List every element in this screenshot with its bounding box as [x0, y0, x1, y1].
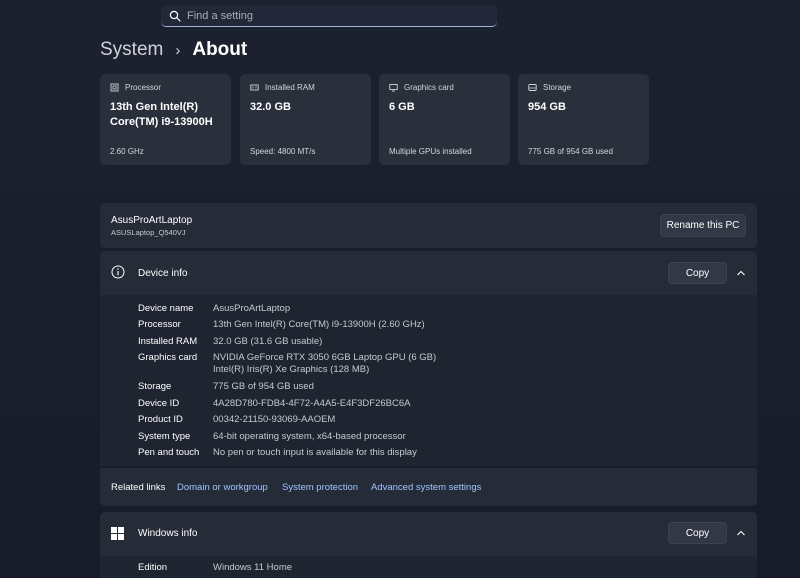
- breadcrumb: System › About: [100, 37, 247, 63]
- breadcrumb-system[interactable]: System: [100, 39, 163, 61]
- spec-label: Graphics card: [138, 352, 198, 363]
- device-info-specs: Device name AsusProArtLaptop Processor 1…: [100, 295, 757, 466]
- copy-device-info-button[interactable]: Copy: [668, 262, 727, 284]
- card-label: Graphics card: [404, 83, 454, 92]
- spec-label: Installed RAM: [138, 336, 198, 347]
- system-protection-link[interactable]: System protection: [282, 482, 358, 493]
- windows-info-title: Windows info: [138, 528, 198, 539]
- spec-value: 4A28D780-FDB4-4F72-A4A5-E4F3DF26BC6A: [213, 398, 411, 409]
- spec-value: 32.0 GB (31.6 GB usable): [213, 336, 323, 347]
- card-subtext: Speed: 4800 MT/s: [250, 147, 316, 156]
- copy-windows-info-button[interactable]: Copy: [668, 522, 727, 544]
- spec-label: Edition: [138, 562, 168, 573]
- info-icon: [111, 265, 125, 279]
- ram-card: Installed RAM 32.0 GB Speed: 4800 MT/s: [240, 74, 371, 165]
- card-value: 13th Gen Intel(R) Core(TM) i9-13900H: [110, 101, 213, 128]
- spec-label: Processor: [138, 319, 181, 330]
- chevron-right-icon: ›: [175, 41, 181, 59]
- spec-label: Pen and touch: [138, 447, 200, 458]
- processor-card: Processor 13th Gen Intel(R) Core(TM) i9-…: [100, 74, 231, 165]
- windows-logo-icon: [111, 527, 124, 540]
- card-value: 6 GB: [389, 101, 415, 113]
- spec-value: 775 GB of 954 GB used: [213, 381, 314, 392]
- search-box[interactable]: [161, 5, 497, 27]
- windows-info-header[interactable]: Windows info Copy: [100, 512, 757, 556]
- storage-icon: [528, 84, 537, 91]
- card-label: Storage: [543, 83, 572, 92]
- graphics-card-icon: [389, 84, 398, 92]
- pc-name: AsusProArtLaptop: [111, 215, 193, 226]
- spec-value: 64-bit operating system, x64-based proce…: [213, 431, 406, 442]
- windows-info-specs: Edition Windows 11 Home: [100, 556, 757, 578]
- spec-value: 13th Gen Intel(R) Core(TM) i9-13900H (2.…: [213, 319, 425, 330]
- chevron-up-icon[interactable]: [735, 527, 747, 539]
- card-subtext: 2.60 GHz: [110, 147, 144, 156]
- rename-pc-button[interactable]: Rename this PC: [660, 214, 746, 237]
- search-icon: [169, 10, 181, 22]
- card-value: 32.0 GB: [250, 101, 291, 113]
- spec-label: Product ID: [138, 414, 183, 425]
- device-info-header[interactable]: Device info Copy: [100, 251, 757, 295]
- spec-label: Device name: [138, 303, 194, 314]
- related-links-label: Related links: [111, 482, 166, 493]
- spec-label: Storage: [138, 381, 172, 392]
- pc-name-panel: AsusProArtLaptop ASUSLaptop_Q540VJ Renam…: [100, 203, 757, 248]
- ram-icon: [250, 84, 259, 91]
- page-title: About: [192, 39, 248, 60]
- spec-value: AsusProArtLaptop: [213, 303, 291, 314]
- card-subtext: Multiple GPUs installed: [389, 147, 472, 156]
- domain-workgroup-link[interactable]: Domain or workgroup: [177, 482, 268, 493]
- card-subtext: 775 GB of 954 GB used: [528, 147, 613, 156]
- spec-value: 00342-21150-93069-AAOEM: [213, 414, 336, 425]
- spec-value-secondary: Intel(R) Iris(R) Xe Graphics (128 MB): [213, 364, 370, 375]
- spec-value: NVIDIA GeForce RTX 3050 6GB Laptop GPU (…: [213, 352, 437, 363]
- card-label: Installed RAM: [265, 83, 315, 92]
- storage-card: Storage 954 GB 775 GB of 954 GB used: [518, 74, 649, 165]
- spec-label: System type: [138, 431, 191, 442]
- graphics-card-card: Graphics card 6 GB Multiple GPUs install…: [379, 74, 510, 165]
- spec-value: No pen or touch input is available for t…: [213, 447, 417, 458]
- card-label: Processor: [125, 83, 162, 92]
- spec-value: Windows 11 Home: [213, 562, 293, 573]
- device-info-title: Device info: [138, 268, 188, 279]
- chevron-up-icon[interactable]: [735, 267, 747, 279]
- processor-icon: [110, 83, 119, 92]
- pc-model: ASUSLaptop_Q540VJ: [111, 228, 186, 237]
- card-value: 954 GB: [528, 101, 566, 113]
- spec-label: Device ID: [138, 398, 180, 409]
- advanced-system-settings-link[interactable]: Advanced system settings: [371, 482, 481, 493]
- search-input[interactable]: [187, 9, 477, 22]
- related-links-bar: Related links Domain or workgroup System…: [100, 468, 757, 506]
